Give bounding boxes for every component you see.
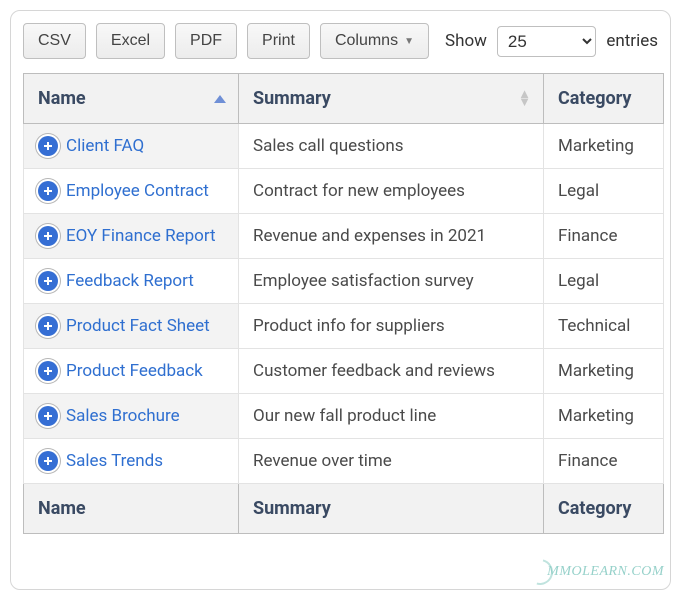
show-label: Show — [445, 31, 487, 51]
row-category: Legal — [544, 259, 664, 304]
expand-row-button[interactable] — [38, 136, 58, 156]
row-summary: Contract for new employees — [239, 169, 544, 214]
expand-row-button[interactable] — [38, 181, 58, 201]
row-summary: Employee satisfaction survey — [239, 259, 544, 304]
row-category: Marketing — [544, 124, 664, 169]
expand-row-button[interactable] — [38, 361, 58, 381]
row-summary: Revenue over time — [239, 439, 544, 484]
page-length-select[interactable]: 25 — [497, 26, 596, 57]
row-summary: Revenue and expenses in 2021 — [239, 214, 544, 259]
columns-button-label: Columns — [335, 32, 398, 50]
plus-icon — [43, 276, 53, 286]
entries-label: entries — [606, 31, 658, 51]
row-name-link[interactable]: Feedback Report — [66, 271, 194, 291]
table-row: EOY Finance Report Revenue and expenses i… — [24, 214, 664, 259]
column-header-category-label: Category — [558, 88, 631, 109]
data-table: Name Summary ▲▼ Category Client FAQ Sales… — [23, 73, 664, 534]
column-footer-name: Name — [24, 484, 239, 534]
row-summary: Product info for suppliers — [239, 304, 544, 349]
row-name-link[interactable]: Product Feedback — [66, 361, 203, 381]
table-row: Sales Trends Revenue over timeFinance — [24, 439, 664, 484]
row-category: Technical — [544, 304, 664, 349]
row-summary: Customer feedback and reviews — [239, 349, 544, 394]
plus-icon — [43, 321, 53, 331]
table-row: Product Fact Sheet Product info for suppl… — [24, 304, 664, 349]
expand-row-button[interactable] — [38, 451, 58, 471]
table-row: Sales Brochure Our new fall product lineM… — [24, 394, 664, 439]
table-row: Product Feedback Customer feedback and re… — [24, 349, 664, 394]
column-footer-category: Category — [544, 484, 664, 534]
row-summary: Sales call questions — [239, 124, 544, 169]
expand-row-button[interactable] — [38, 316, 58, 336]
sort-icon: ▲▼ — [518, 91, 531, 107]
toolbar: CSV Excel PDF Print Columns ▼ Show 25 en… — [23, 23, 658, 59]
row-name-link[interactable]: Sales Trends — [66, 451, 163, 471]
row-name-link[interactable]: Employee Contract — [66, 181, 209, 201]
expand-row-button[interactable] — [38, 271, 58, 291]
table-row: Employee Contract Contract for new employ… — [24, 169, 664, 214]
columns-visibility-button[interactable]: Columns ▼ — [320, 23, 429, 59]
column-header-summary-label: Summary — [253, 88, 331, 109]
watermark: MMOLEARN.COM — [527, 559, 664, 585]
table-row: Feedback Report Employee satisfaction sur… — [24, 259, 664, 304]
plus-icon — [43, 456, 53, 466]
row-name-link[interactable]: Product Fact Sheet — [66, 316, 210, 336]
row-category: Finance — [544, 439, 664, 484]
export-excel-button[interactable]: Excel — [96, 23, 165, 59]
plus-icon — [43, 366, 53, 376]
row-summary: Our new fall product line — [239, 394, 544, 439]
datatable-panel: CSV Excel PDF Print Columns ▼ Show 25 en… — [10, 10, 671, 590]
table-row: Client FAQ Sales call questionsMarketing — [24, 124, 664, 169]
column-header-name[interactable]: Name — [24, 74, 239, 124]
plus-icon — [43, 411, 53, 421]
column-footer-summary: Summary — [239, 484, 544, 534]
row-category: Marketing — [544, 394, 664, 439]
export-csv-button[interactable]: CSV — [23, 23, 86, 59]
plus-icon — [43, 231, 53, 241]
sort-asc-icon — [214, 95, 226, 103]
plus-icon — [43, 186, 53, 196]
plus-icon — [43, 141, 53, 151]
row-category: Finance — [544, 214, 664, 259]
export-pdf-button[interactable]: PDF — [175, 23, 237, 59]
row-category: Marketing — [544, 349, 664, 394]
column-header-category[interactable]: Category — [544, 74, 664, 124]
row-name-link[interactable]: Client FAQ — [66, 136, 144, 156]
expand-row-button[interactable] — [38, 406, 58, 426]
column-header-name-label: Name — [38, 88, 86, 109]
column-header-summary[interactable]: Summary ▲▼ — [239, 74, 544, 124]
row-name-link[interactable]: EOY Finance Report — [66, 226, 216, 246]
expand-row-button[interactable] — [38, 226, 58, 246]
row-category: Legal — [544, 169, 664, 214]
row-name-link[interactable]: Sales Brochure — [66, 406, 180, 426]
caret-down-icon: ▼ — [404, 36, 414, 47]
print-button[interactable]: Print — [247, 23, 310, 59]
